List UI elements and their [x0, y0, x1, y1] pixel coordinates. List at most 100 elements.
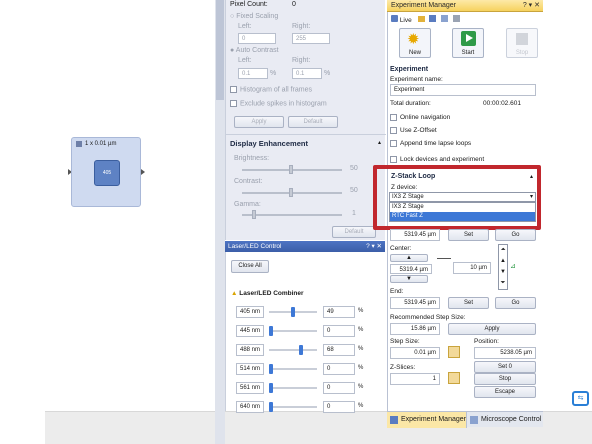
- auto-contrast-radio[interactable]: ● Auto Contrast: [230, 47, 279, 54]
- tab-experiment-manager-label: Experiment Manager: [401, 416, 466, 423]
- apply-button[interactable]: Apply: [234, 116, 284, 128]
- right2-input[interactable]: 0.1: [292, 68, 322, 79]
- step-down-double-icon[interactable]: ⏷: [499, 278, 507, 289]
- experiment-tab-icon: [390, 416, 398, 424]
- laser-row: 405 nm 49%: [236, 306, 381, 318]
- laser-combiner-text: Laser/LED Combiner: [239, 290, 304, 297]
- rec-step-apply-button[interactable]: Apply: [448, 323, 536, 335]
- lock-icon[interactable]: [448, 346, 460, 358]
- experiment-header-icons[interactable]: ? ▾ ✕: [523, 0, 540, 12]
- stop-label: Stop: [515, 50, 529, 56]
- laser-power-input[interactable]: 49: [323, 306, 355, 318]
- laser-power-input[interactable]: 0: [323, 382, 355, 394]
- close-all-button[interactable]: Close All: [231, 260, 269, 273]
- brightness-thumb[interactable]: [289, 165, 293, 174]
- laser-header-icons[interactable]: ? ▾ ✕: [366, 241, 382, 252]
- brightness-slider[interactable]: [242, 165, 342, 174]
- stop-icon: [516, 33, 528, 45]
- focus-indicator-icon: ⊿: [510, 263, 516, 270]
- position-label: Position:: [474, 338, 499, 345]
- left2-pct: %: [270, 70, 277, 77]
- laser-pct-label: %: [358, 384, 364, 390]
- stack-icon: [76, 141, 82, 147]
- start-position-input[interactable]: 5319.45 µm: [390, 229, 440, 241]
- laser-slider-thumb[interactable]: [269, 326, 273, 336]
- laser-slider[interactable]: [269, 383, 317, 393]
- use-zoffset-checkbox[interactable]: Use Z-Offset: [390, 127, 437, 134]
- laser-slider[interactable]: [269, 402, 317, 412]
- new-button[interactable]: ✹ New: [399, 28, 431, 58]
- right1-input[interactable]: 255: [292, 33, 330, 44]
- focus-stepper[interactable]: ⏶ ▲ ▼ ⏷: [498, 244, 508, 290]
- laser-slider[interactable]: [269, 345, 317, 355]
- laser-slider-thumb[interactable]: [269, 402, 273, 412]
- laser-power-input[interactable]: 0: [323, 363, 355, 375]
- laser-slider[interactable]: [269, 326, 317, 336]
- end-go-button[interactable]: Go: [495, 297, 536, 309]
- fixed-scaling-radio[interactable]: ○ Fixed Scaling: [230, 13, 278, 20]
- collapse-icon[interactable]: ▴: [378, 139, 381, 146]
- center-down-button[interactable]: ▼: [390, 275, 428, 283]
- start-go-button[interactable]: Go: [495, 229, 536, 241]
- range-input[interactable]: 10 µm: [453, 262, 491, 274]
- contrast-thumb[interactable]: [289, 188, 293, 197]
- set-zero-button[interactable]: Set 0: [474, 361, 536, 373]
- highlight-box: [373, 165, 541, 230]
- lock-devices-label: Lock devices and experiment: [400, 156, 485, 164]
- contrast-slider[interactable]: [242, 188, 342, 197]
- enhancement-default-button[interactable]: Default: [332, 226, 376, 238]
- live-icon[interactable]: [391, 15, 398, 22]
- end-set-button[interactable]: Set: [448, 297, 489, 309]
- laser-power-input[interactable]: 0: [323, 401, 355, 413]
- default-button[interactable]: Default: [288, 116, 338, 128]
- step-up-icon[interactable]: ▲: [499, 256, 507, 267]
- experiment-section-title: Experiment: [390, 66, 429, 73]
- sync-icon[interactable]: ⇆: [572, 391, 589, 406]
- gamma-slider[interactable]: [242, 210, 342, 219]
- start-set-button[interactable]: Set: [448, 229, 489, 241]
- use-zoffset-label: Use Z-Offset: [400, 127, 437, 135]
- left2-input[interactable]: 0.1: [238, 68, 268, 79]
- lock-devices-checkbox[interactable]: Lock devices and experiment: [390, 156, 484, 163]
- laser-slider-thumb[interactable]: [269, 364, 273, 374]
- step-size-input[interactable]: 0.01 µm: [390, 347, 440, 359]
- stop-button[interactable]: Stop: [506, 28, 538, 58]
- stop-stage-button[interactable]: Stop: [474, 373, 536, 385]
- center-up-button[interactable]: ▲: [390, 254, 428, 262]
- workflow-node[interactable]: 1 x 0.01 µm 405: [71, 137, 141, 207]
- center-input[interactable]: 5319.4 µm: [390, 264, 432, 274]
- gamma-thumb[interactable]: [252, 210, 256, 219]
- export-icon[interactable]: [441, 15, 449, 22]
- exclude-spikes-checkbox[interactable]: Exclude spikes in histogram: [230, 100, 327, 107]
- open-folder-icon[interactable]: [417, 16, 425, 22]
- lock-devices-box: [390, 156, 397, 163]
- step-up-double-icon[interactable]: ⏶: [499, 245, 507, 256]
- laser-slider-thumb[interactable]: [291, 307, 295, 317]
- laser-slider-thumb[interactable]: [269, 383, 273, 393]
- lock-icon[interactable]: [448, 372, 460, 384]
- panel-scrollbar[interactable]: [215, 0, 225, 444]
- escape-button[interactable]: Escape: [474, 386, 536, 398]
- online-navigation-checkbox[interactable]: Online navigation: [390, 114, 450, 121]
- laser-slider-thumb[interactable]: [299, 345, 303, 355]
- zslices-input[interactable]: 1: [390, 373, 440, 385]
- laser-wavelength-label: 561 nm: [236, 382, 264, 394]
- tab-microscope-control[interactable]: Microscope Control: [467, 412, 543, 428]
- append-loops-checkbox[interactable]: Append time lapse loops: [390, 140, 471, 147]
- laser-slider[interactable]: [269, 307, 317, 317]
- experiment-name-input[interactable]: Experiment: [390, 84, 536, 96]
- save-icon[interactable]: [429, 15, 437, 22]
- append-loops-box: [390, 140, 397, 147]
- end-position-input[interactable]: 5319.45 µm: [390, 297, 440, 309]
- laser-power-input[interactable]: 68: [323, 344, 355, 356]
- laser-pct-label: %: [358, 365, 364, 371]
- left1-input[interactable]: 0: [238, 33, 276, 44]
- scrollbar-thumb[interactable]: [216, 0, 224, 100]
- step-down-icon[interactable]: ▼: [499, 267, 507, 278]
- histogram-all-checkbox[interactable]: Histogram of all frames: [230, 86, 312, 93]
- laser-slider[interactable]: [269, 364, 317, 374]
- laser-power-input[interactable]: 0: [323, 325, 355, 337]
- tab-experiment-manager[interactable]: Experiment Manager: [387, 412, 467, 428]
- settings-icon[interactable]: [453, 15, 460, 22]
- start-button[interactable]: Start: [452, 28, 484, 58]
